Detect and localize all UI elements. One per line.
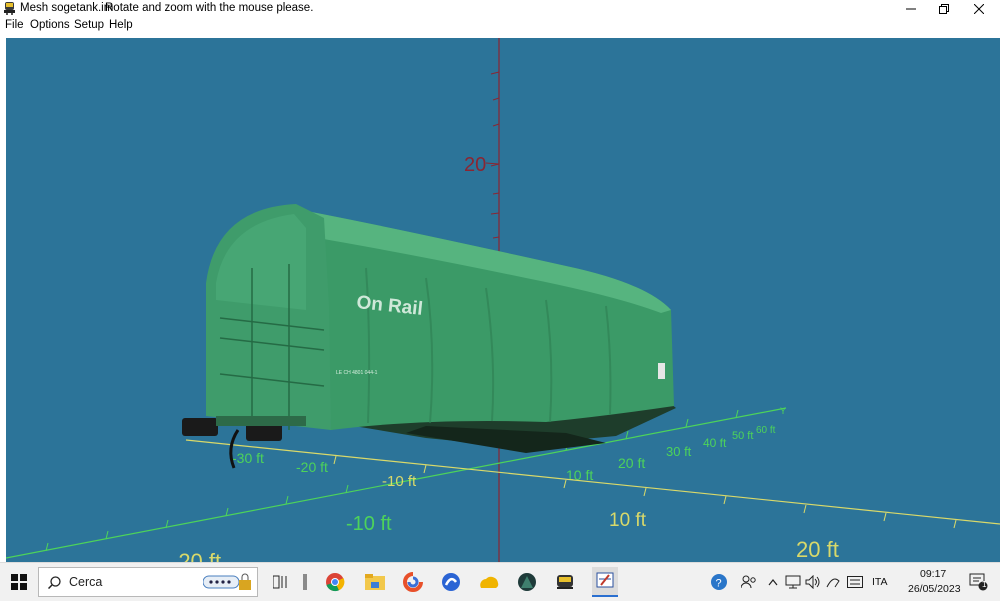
- yellow-axis-label: -10 ft: [382, 473, 417, 490]
- yellow-axis: [185, 439, 1000, 525]
- tray-people[interactable]: [736, 569, 762, 595]
- pen-icon: [826, 578, 840, 588]
- menu-file[interactable]: File: [5, 19, 24, 31]
- title-bar: Mesh sogetank.im Rotate and zoom with th…: [0, 0, 1000, 18]
- yellow-axis-labels: -10 ft 10 ft 20 ft: [382, 473, 839, 562]
- taskbar-app-1[interactable]: [400, 569, 426, 595]
- help-icon: ?: [711, 574, 727, 590]
- clock-date[interactable]: 26/05/2023: [908, 583, 961, 595]
- search-highlight-icon: [203, 573, 251, 590]
- wagon-markings: LE CH 4801 044-1: [336, 370, 378, 376]
- close-icon: [974, 4, 984, 14]
- notification-count: 1: [982, 580, 987, 589]
- mesh-viewer-icon: [596, 572, 614, 588]
- keyboard-icon: [847, 576, 863, 588]
- start-button[interactable]: [6, 569, 32, 595]
- search-icon: [48, 576, 61, 589]
- green-axis-label: -20 ft: [296, 459, 328, 475]
- network-icon: [785, 575, 801, 589]
- green-axis-label: 20 ft: [618, 455, 645, 471]
- 3d-viewport[interactable]: 20 Y -30 ft -20 ft -10 ft 10 ft 20 ft 30…: [6, 38, 1000, 562]
- svg-text:?: ?: [716, 578, 722, 590]
- taskbar-explorer[interactable]: [362, 569, 388, 595]
- train-icon: [557, 575, 573, 589]
- taskbar-app-2[interactable]: [438, 569, 464, 595]
- green-axis-label: 40 ft: [703, 436, 727, 450]
- yellow-axis-label: 20 ft: [796, 537, 839, 562]
- people-icon: [741, 575, 756, 589]
- scene: 20 Y -30 ft -20 ft -10 ft 10 ft 20 ft 30…: [6, 38, 1000, 562]
- green-axis-label: -10 ft: [346, 513, 392, 535]
- menu-bar: File Options Setup Help: [0, 18, 1000, 34]
- restore-button[interactable]: [927, 0, 961, 18]
- taskbar-chrome[interactable]: [322, 569, 348, 595]
- task-view-icon: [273, 575, 287, 589]
- green-axis-label: 60 ft: [756, 425, 776, 436]
- tray-help[interactable]: ?: [706, 569, 732, 595]
- tray-network[interactable]: [784, 569, 802, 595]
- vertical-axis-label: 20: [464, 154, 486, 176]
- menu-options[interactable]: Options: [30, 19, 70, 31]
- app-icon: [442, 573, 460, 591]
- wagon-model: On Rail LE CH 4801 044-1: [182, 204, 676, 469]
- close-button[interactable]: [962, 0, 996, 18]
- windows-icon: [11, 574, 27, 590]
- tray-pen[interactable]: [824, 569, 842, 595]
- taskbar-app-4[interactable]: [514, 569, 540, 595]
- taskbar: Cerca ? ITA 09:17 26/05/2023 1: [0, 562, 1000, 601]
- search-box[interactable]: Cerca: [38, 567, 258, 597]
- volume-icon: [805, 575, 820, 589]
- minimize-icon: [906, 8, 916, 10]
- tray-overflow[interactable]: [766, 569, 780, 595]
- chevron-up-icon: [768, 579, 778, 586]
- app-icon: [403, 572, 423, 592]
- task-view-button[interactable]: [268, 569, 294, 595]
- file-explorer-icon: [365, 574, 385, 590]
- menu-help[interactable]: Help: [109, 19, 133, 31]
- menu-setup[interactable]: Setup: [74, 19, 104, 31]
- yellow-axis-label: 10 ft: [609, 510, 647, 531]
- tray-volume[interactable]: [804, 569, 822, 595]
- window-title: Mesh sogetank.im: [20, 2, 114, 14]
- tray-keyboard[interactable]: [846, 569, 864, 595]
- green-axis-label: 50 ft: [732, 430, 753, 442]
- clock-time[interactable]: 09:17: [920, 568, 946, 580]
- window-hint: Rotate and zoom with the mouse please.: [105, 2, 314, 14]
- app-icon: [518, 573, 536, 591]
- taskbar-app-3[interactable]: [476, 569, 502, 595]
- minimize-button[interactable]: [894, 0, 928, 18]
- language-indicator[interactable]: ITA: [872, 576, 888, 588]
- green-axis-label: 30 ft: [666, 444, 692, 459]
- green-axis-label: -30 ft: [232, 450, 264, 466]
- bottom-cut-label: -20 ft: [171, 549, 221, 562]
- taskbar-mesh-viewer[interactable]: [592, 567, 618, 597]
- vertical-axis-ticks: [485, 71, 500, 239]
- restore-icon: [939, 4, 949, 14]
- notification-button[interactable]: 1: [966, 569, 992, 595]
- app-icon: [480, 576, 499, 588]
- app-icon: [4, 2, 15, 15]
- chrome-icon: [326, 573, 345, 592]
- taskbar-train[interactable]: [552, 569, 578, 595]
- green-axis-end-label: Y: [780, 406, 786, 416]
- search-placeholder: Cerca: [69, 575, 103, 589]
- taskbar-divider: [292, 569, 318, 595]
